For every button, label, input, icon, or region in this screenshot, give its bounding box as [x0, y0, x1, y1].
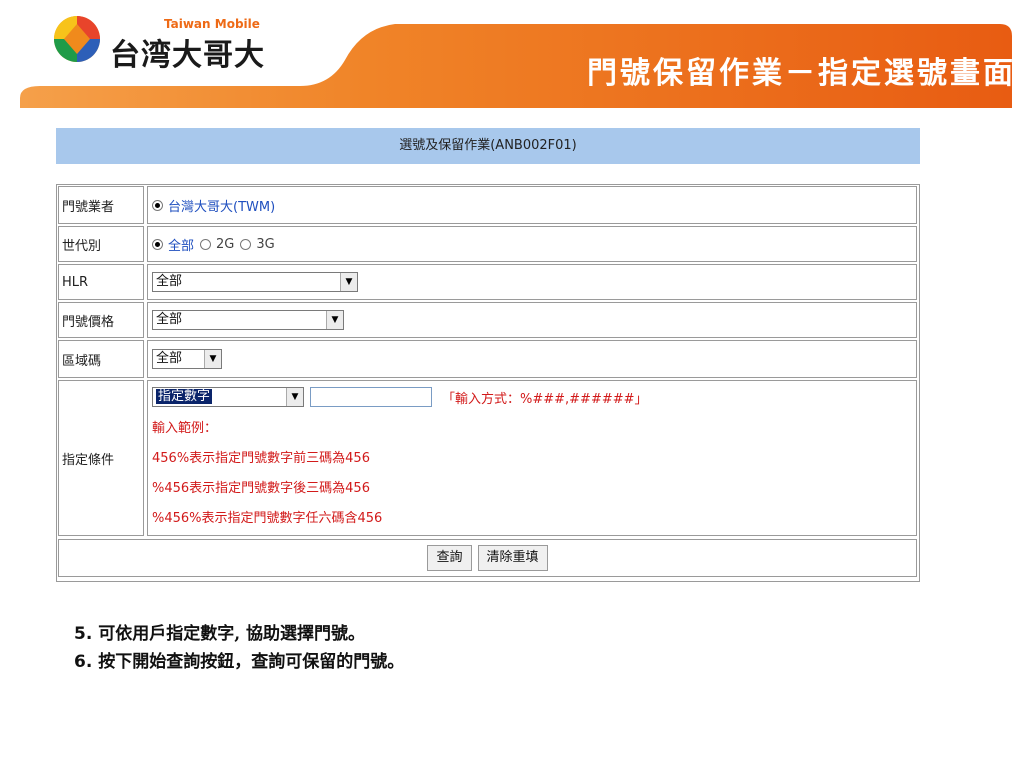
logo-chinese: 台湾大哥大	[110, 38, 265, 73]
carrier-radio[interactable]	[152, 199, 163, 211]
row-hlr: HLR 全部 ▼	[57, 263, 919, 301]
condition-number-input[interactable]	[310, 387, 432, 407]
note-number: 5.	[74, 624, 93, 644]
row-price: 門號價格 全部 ▼	[57, 301, 919, 339]
chevron-down-icon[interactable]: ▼	[340, 273, 357, 291]
page-heading: 門號保留作業－指定選號畫面	[587, 56, 1016, 91]
note-item: 5. 可依用戶指定數字, 協助選擇門號。	[74, 620, 404, 648]
example-line: %456表示指定門號數字後三碼為456	[152, 481, 370, 496]
generation-option-2g: 2G	[216, 236, 235, 252]
chevron-down-icon[interactable]: ▼	[286, 388, 303, 406]
reset-button[interactable]: 清除重填	[477, 545, 548, 571]
logo: Taiwan Mobile 台湾大哥大	[52, 14, 292, 74]
note-item: 6. 按下開始查詢按鈕，查詢可保留的門號。	[74, 648, 404, 676]
chevron-down-icon[interactable]: ▼	[326, 311, 343, 329]
logo-mark-icon	[54, 16, 100, 62]
note-number: 6.	[74, 652, 93, 672]
generation-option-3g: 3G	[256, 236, 275, 252]
format-hint: 「輸入方式：%###,######」	[442, 391, 648, 407]
condition-select-value: 指定數字	[156, 389, 213, 404]
price-label: 門號價格	[58, 302, 144, 338]
hlr-label: HLR	[58, 264, 144, 300]
carrier-label: 門號業者	[58, 186, 144, 224]
example-line: %456%表示指定門號數字任六碼含456	[152, 511, 383, 526]
button-row: 查詢 清除重填	[58, 539, 917, 577]
carrier-value: 台灣大哥大(TWM)	[147, 186, 917, 224]
hlr-value: 全部 ▼	[147, 264, 917, 300]
example-title: 輸入範例：	[152, 421, 218, 436]
area-select-value: 全部	[156, 351, 183, 366]
price-value: 全部 ▼	[147, 302, 917, 338]
condition-value: 指定數字 ▼ 「輸入方式：%###,######」 輸入範例： 456%表示指定…	[147, 380, 917, 536]
logo-english: Taiwan Mobile	[164, 17, 260, 31]
area-value: 全部 ▼	[147, 340, 917, 378]
chevron-down-icon[interactable]: ▼	[204, 350, 221, 368]
price-select[interactable]: 全部 ▼	[152, 310, 344, 330]
hlr-select[interactable]: 全部 ▼	[152, 272, 358, 292]
note-text: 按下開始查詢按鈕，查詢可保留的門號。	[98, 652, 405, 672]
generation-radio-all[interactable]	[152, 238, 163, 250]
row-generation: 世代別 全部 2G 3G	[57, 225, 919, 263]
generation-label: 世代別	[58, 226, 144, 262]
query-button[interactable]: 查詢	[427, 545, 472, 571]
row-carrier: 門號業者 台灣大哥大(TWM)	[57, 185, 919, 225]
carrier-option-label: 台灣大哥大(TWM)	[168, 199, 276, 215]
instruction-notes: 5. 可依用戶指定數字, 協助選擇門號。 6. 按下開始查詢按鈕，查詢可保留的門…	[74, 620, 404, 676]
condition-select[interactable]: 指定數字 ▼	[152, 387, 304, 407]
form-title: 選號及保留作業(ANB002F01)	[56, 128, 920, 164]
condition-label: 指定條件	[58, 380, 144, 536]
row-area: 區域碼 全部 ▼	[57, 339, 919, 379]
area-select[interactable]: 全部 ▼	[152, 349, 222, 369]
generation-option-all: 全部	[168, 238, 195, 254]
example-line: 456%表示指定門號數字前三碼為456	[152, 451, 370, 466]
header-banner: Taiwan Mobile 台湾大哥大 門號保留作業－指定選號畫面	[0, 0, 1024, 115]
generation-radio-3g[interactable]	[240, 238, 252, 250]
note-text: 可依用戶指定數字, 協助選擇門號。	[98, 624, 366, 644]
price-select-value: 全部	[156, 312, 183, 327]
hlr-select-value: 全部	[156, 274, 183, 289]
row-condition: 指定條件 指定數字 ▼ 「輸入方式：%###,######」 輸入範例： 456…	[57, 379, 919, 537]
query-form: 門號業者 台灣大哥大(TWM) 世代別 全部 2G 3G HLR 全部 ▼ 門號…	[56, 184, 920, 582]
area-label: 區域碼	[58, 340, 144, 378]
generation-radio-2g[interactable]	[200, 238, 212, 250]
generation-value: 全部 2G 3G	[147, 226, 917, 262]
